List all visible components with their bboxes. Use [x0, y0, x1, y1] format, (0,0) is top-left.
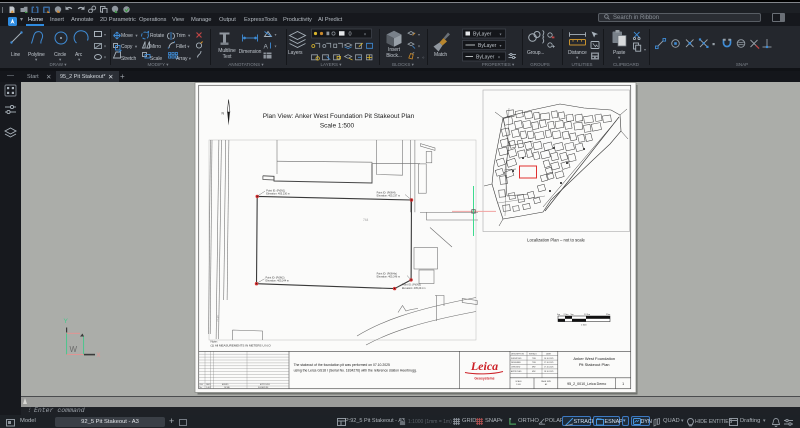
- svg-text:(1) All MEASUREMENTS IN METERS: (1) All MEASUREMENTS IN METERS U.N.O: [211, 344, 272, 348]
- svg-text:0m: 0m: [557, 314, 560, 316]
- svg-text:Localization Plan – not to sca: Localization Plan – not to scale: [527, 238, 585, 243]
- svg-text:Elevation: 405,237 m: Elevation: 405,237 m: [377, 195, 401, 198]
- svg-text:DETAIL: DETAIL: [224, 386, 230, 389]
- svg-text:CHECKED: CHECKED: [511, 367, 521, 369]
- svg-text:MW: MW: [532, 371, 536, 373]
- svg-text:17.10.2025: 17.10.2025: [544, 362, 553, 364]
- svg-text:Elevation: 405,244 m: Elevation: 405,244 m: [266, 280, 290, 283]
- svg-text:PAGE SIZE: PAGE SIZE: [541, 380, 552, 383]
- svg-text:2,5m: 2,5m: [564, 314, 569, 316]
- svg-text:16.10.2025: 16.10.2025: [544, 358, 553, 360]
- svg-text:Plan View: Anker West Foundati: Plan View: Anker West Foundation Pit Sta…: [263, 113, 415, 120]
- svg-text:APPROVED: APPROVED: [511, 370, 522, 373]
- svg-text:W: W: [70, 345, 78, 354]
- svg-text:MW: MW: [532, 367, 536, 369]
- svg-text:2140: 2140: [216, 315, 220, 322]
- svg-text:SURVEYED: SURVEYED: [511, 358, 522, 360]
- svg-text:Geosystems: Geosystems: [474, 377, 494, 381]
- svg-text:Scale 1:500: Scale 1:500: [320, 123, 355, 130]
- svg-text:SIGNATURE: SIGNATURE: [258, 386, 269, 389]
- svg-text:SCALE: SCALE: [515, 380, 522, 383]
- svg-text:1:500: 1:500: [581, 325, 587, 327]
- svg-text:Anker West Foundation: Anker West Foundation: [573, 356, 615, 361]
- svg-text:25m: 25m: [606, 314, 610, 316]
- svg-text:D-M-Y: D-M-Y: [206, 387, 212, 389]
- svg-text:Pit Stakeout Plan: Pit Stakeout Plan: [579, 362, 610, 367]
- svg-text:Elevation: 405,241 m: Elevation: 405,241 m: [402, 287, 426, 290]
- svg-text:DATE: DATE: [546, 352, 552, 355]
- svg-text:18.10.2025: 18.10.2025: [544, 371, 553, 373]
- svg-text:Leica: Leica: [470, 359, 498, 373]
- svg-text:1:500: 1:500: [516, 384, 521, 386]
- svg-text:744: 744: [363, 218, 369, 222]
- svg-text:A3: A3: [545, 383, 547, 386]
- svg-text:1: 1: [622, 382, 624, 386]
- svg-text:using the Leica GS18 I (Serial: using the Leica GS18 I (Serial No. 18342…: [294, 369, 417, 373]
- svg-text:Y: Y: [64, 318, 69, 325]
- svg-text:17.10.2025: 17.10.2025: [544, 367, 553, 369]
- svg-text:X: X: [97, 353, 101, 359]
- svg-text:12,5m: 12,5m: [584, 314, 590, 316]
- svg-text:95_2_0010_Leica Demo: 95_2_0010_Leica Demo: [567, 382, 606, 386]
- svg-text:INITIALS: INITIALS: [529, 352, 537, 355]
- svg-text:Elevation: 405,246 m: Elevation: 405,246 m: [377, 276, 401, 279]
- svg-text:APPROVED: APPROVED: [260, 383, 271, 386]
- svg-text:DATE: DATE: [206, 383, 211, 386]
- svg-text:5m: 5m: [571, 314, 574, 316]
- svg-text:AMEND: AMEND: [222, 383, 229, 386]
- svg-text:DESCRIPTION: DESCRIPTION: [511, 353, 525, 355]
- svg-text:DESIGNED: DESIGNED: [511, 362, 522, 364]
- svg-text:Elevation: 405,230 m: Elevation: 405,230 m: [266, 193, 290, 196]
- svg-text:The stakeout of the foundation: The stakeout of the foundation pit was p…: [294, 363, 390, 367]
